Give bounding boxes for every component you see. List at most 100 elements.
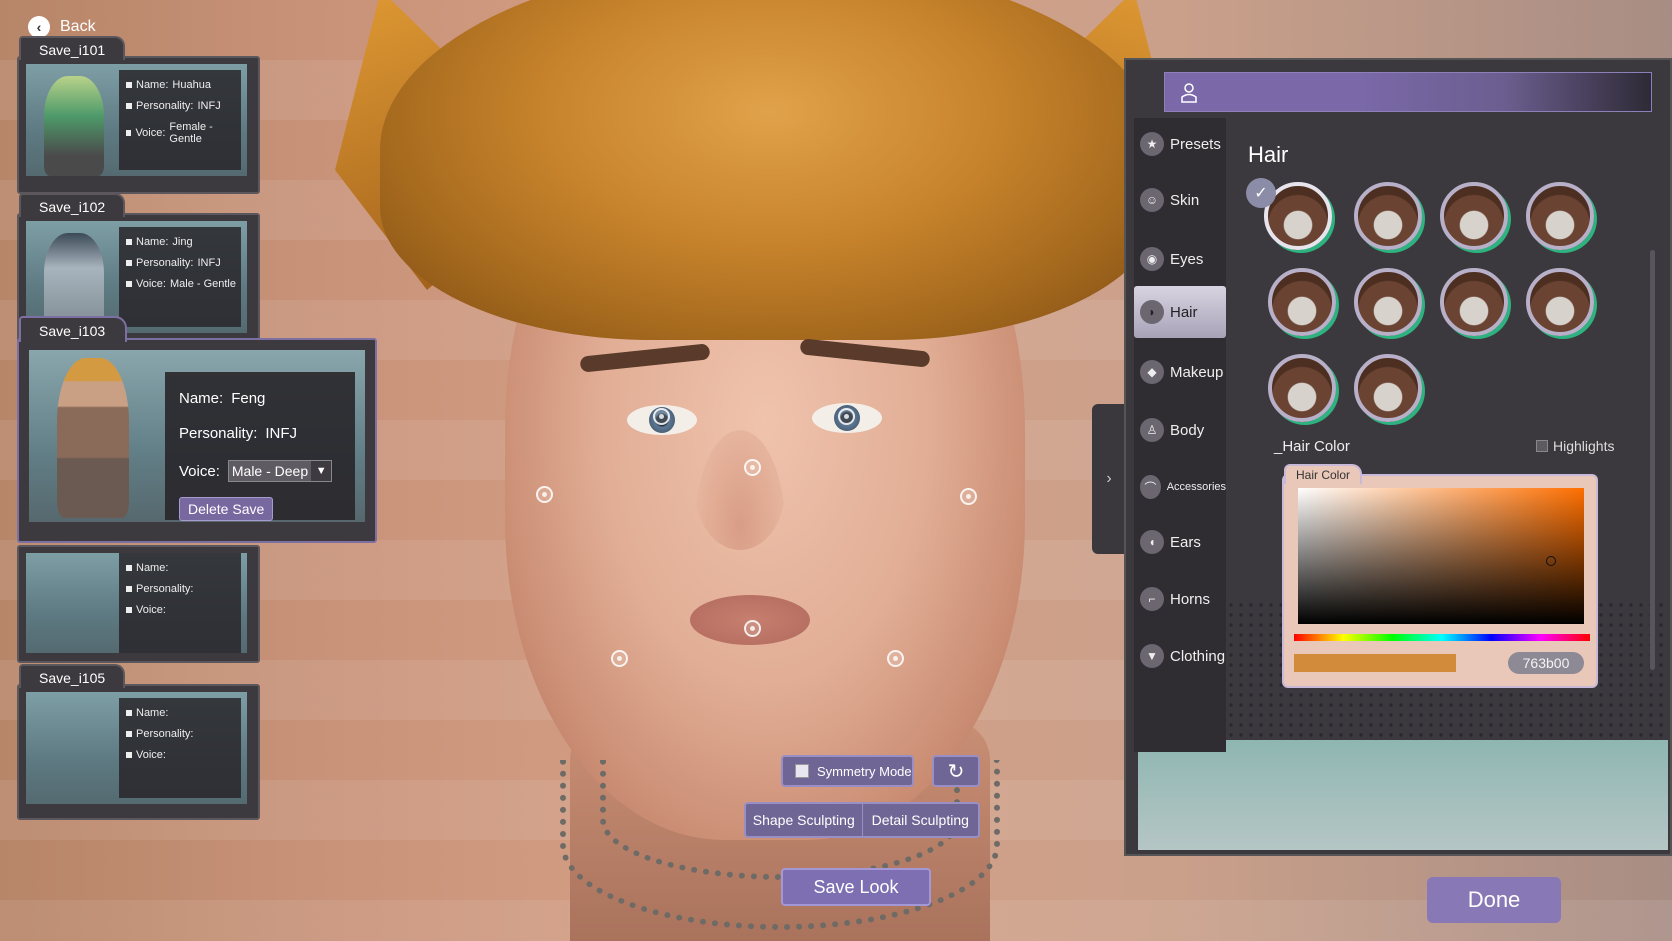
nav-horns[interactable]: ⌐ Horns [1134,573,1226,625]
sculpt-point-right-ear[interactable] [960,488,977,505]
body-icon: ♙ [1140,418,1164,442]
character-hair [380,0,1160,340]
face-icon: ☺ [1140,188,1164,212]
color-preview [1294,654,1456,672]
nav-clothing[interactable]: ▼ Clothing [1134,630,1226,682]
nav-eyes[interactable]: ◉ Eyes [1134,233,1226,285]
nav-accessories[interactable]: ⌒ Accessories [1134,461,1226,513]
save-name: Huahua [172,79,211,91]
nav-makeup[interactable]: ◆ Makeup [1134,346,1226,398]
collapse-panel-button[interactable]: › [1092,404,1126,554]
detail-sculpting-tab[interactable]: Detail Sculpting [861,804,979,836]
panel-scrollbar[interactable] [1650,250,1655,670]
voice-select-value: Male - Deep [231,463,309,479]
hair-color-picker: Hair Color 763b00 [1282,464,1598,688]
highlights-checkbox[interactable] [1536,440,1548,452]
delete-save-button[interactable]: Delete Save [179,497,274,521]
shape-sculpting-tab[interactable]: Shape Sculpting [746,804,862,836]
save-info: Name: Jing Personality: INFJ Voice: Male - … [119,227,241,327]
hair-style-option-8[interactable] [1526,268,1594,336]
save-slot-i105[interactable]: Save_i105 Name: Personality: Voice: [17,664,260,820]
symmetry-label: Symmetry Mode [817,763,912,779]
save-slot-empty[interactable]: Name: Personality: Voice: [17,545,260,663]
sculpt-point-left-ear[interactable] [536,486,553,503]
sculpt-point-lips[interactable] [744,620,761,637]
customization-panel: ★ Presets ☺ Skin ◉ Eyes ◗ Hair ◆ Makeup ♙ Body… [1124,58,1672,856]
hair-style-option-9[interactable] [1268,354,1336,422]
sculpt-point-left-eye[interactable] [653,408,670,425]
section-title: Hair [1248,142,1289,167]
sculpt-point-right-eye[interactable] [838,408,855,425]
sculpt-point-left-jaw[interactable] [611,650,628,667]
nav-presets[interactable]: ★ Presets [1134,118,1226,170]
save-slot-tab: Save_i105 [19,664,126,688]
save-personality: INFJ [197,257,221,269]
done-button[interactable]: Done [1427,877,1561,923]
nav-body[interactable]: ♙ Body [1134,404,1226,456]
star-icon: ★ [1140,132,1164,156]
nav-hair[interactable]: ◗ Hair [1134,286,1226,338]
save-slot-i101[interactable]: Save_i101 Name: Huahua Personality: INFJ V… [17,36,260,194]
nav-ears[interactable]: ◖ Ears [1134,516,1226,568]
panel-header-bar [1164,72,1652,112]
hair-style-option-6[interactable] [1354,268,1422,336]
save-personality: INFJ [265,425,298,442]
color-picker-knob[interactable] [1546,556,1556,566]
save-name: Jing [172,236,193,248]
highlights-toggle[interactable]: Highlights [1536,438,1614,454]
ear-icon: ◖ [1140,530,1164,554]
symmetry-mode-toggle[interactable]: Symmetry Mode [781,755,914,787]
avatar [44,76,104,176]
hue-slider[interactable] [1294,634,1590,641]
save-slot-tab: Save_i102 [19,193,126,217]
hair-style-option-10[interactable] [1354,354,1422,422]
hair-style-option-3[interactable] [1440,182,1508,250]
refresh-icon: ↻ [947,760,965,783]
back-button[interactable]: ‹ Back [28,16,96,38]
chevron-left-icon: ‹ [28,16,50,38]
hat-icon: ⌒ [1140,475,1161,499]
hair-style-option-4[interactable] [1526,182,1594,250]
hair-style-option-2[interactable] [1354,182,1422,250]
eye-icon: ◉ [1140,247,1164,271]
save-slot-tab: Save_i103 [19,316,128,342]
save-info: Name: Feng Personality: INFJ Voice: Male -… [165,372,355,521]
hair-icon: ◗ [1140,300,1164,324]
checkmark-icon: ✓ [1246,178,1276,208]
chevron-right-icon: › [1106,470,1112,487]
hair-style-option-5[interactable] [1268,268,1336,336]
makeup-icon: ◆ [1140,360,1164,384]
dropdown-arrow-icon: ▼ [311,461,332,481]
saturation-value-field[interactable] [1298,488,1584,624]
sculpt-point-right-jaw[interactable] [887,650,904,667]
hair-style-option-7[interactable] [1440,268,1508,336]
save-info: Name: Huahua Personality: INFJ Voice: Femal… [119,70,241,170]
save-name: Feng [231,390,266,407]
save-slot-i103-selected[interactable]: Save_i103 Name: Feng Personality: INFJ Voi… [17,316,377,543]
voice-select[interactable]: Male - Deep ▼ [227,460,333,482]
save-personality: INFJ [197,100,221,112]
character-icon [1181,83,1197,103]
highlights-label: Highlights [1553,438,1615,454]
category-sidebar: ★ Presets ☺ Skin ◉ Eyes ◗ Hair ◆ Makeup ♙ Body… [1134,118,1226,752]
sculpt-point-nose-bridge[interactable] [744,459,761,476]
panel-preview-area [1138,740,1668,850]
save-info: Name: Personality: Voice: [119,698,241,798]
hex-color-input[interactable]: 763b00 [1508,652,1584,674]
save-voice: Male - Gentle [169,278,236,290]
character-nose [695,430,785,550]
sculpting-mode-tabs: Shape Sculpting Detail Sculpting [744,802,980,838]
avatar [57,358,129,518]
save-look-button[interactable]: Save Look [781,868,931,906]
back-label: Back [60,18,96,35]
horn-icon: ⌐ [1140,587,1164,611]
nav-skin[interactable]: ☺ Skin [1134,174,1226,226]
picker-title: Hair Color [1284,464,1363,484]
symmetry-checkbox[interactable] [795,764,809,778]
save-info: Name: Personality: Voice: [119,553,241,653]
hair-color-label: _Hair Color [1274,438,1350,455]
save-slot-tab: Save_i101 [19,36,126,60]
shirt-icon: ▼ [1140,644,1164,668]
save-voice: Female - Gentle [169,121,213,145]
reset-button[interactable]: ↻ [932,755,980,787]
